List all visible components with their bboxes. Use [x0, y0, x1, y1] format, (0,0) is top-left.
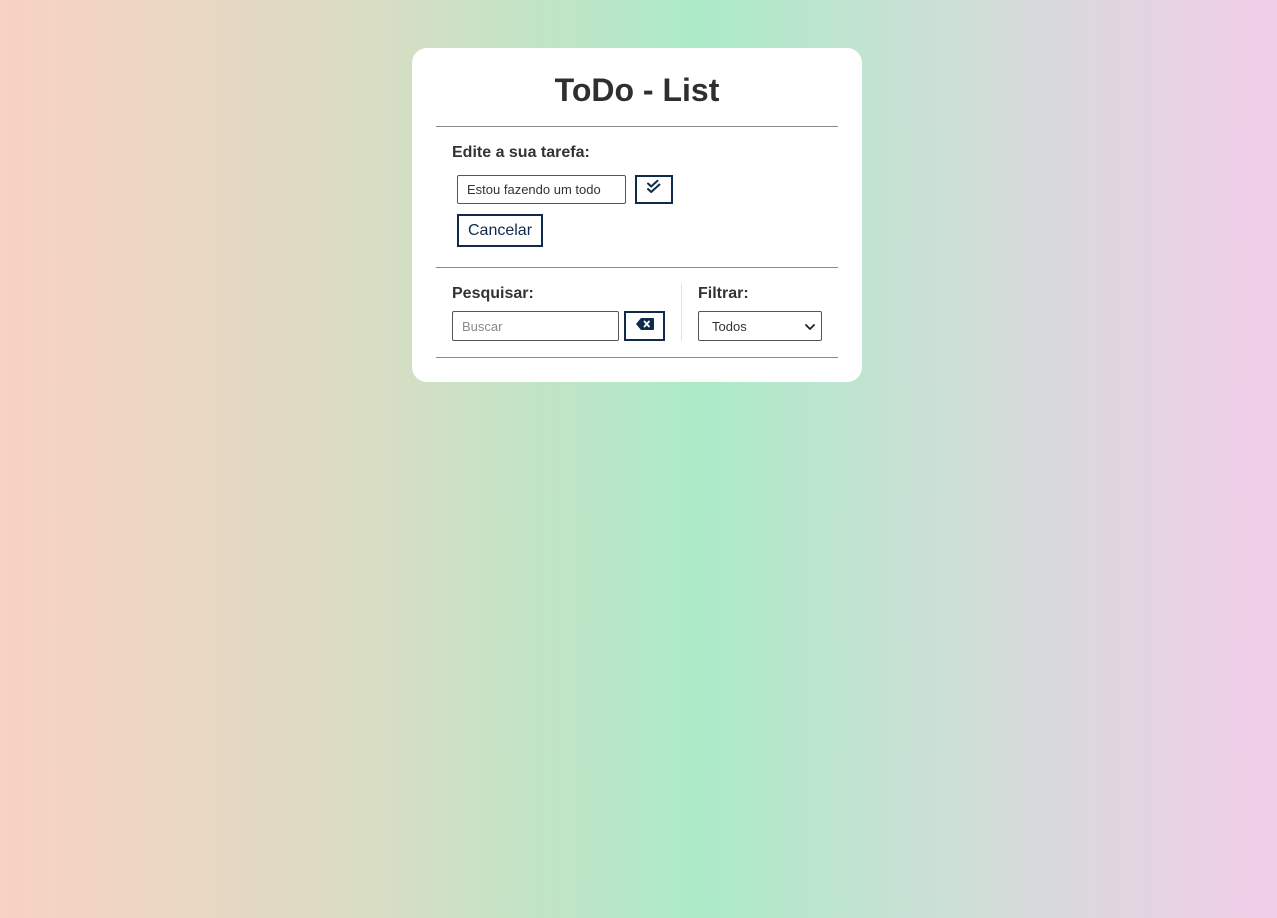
- page-title: ToDo - List: [554, 72, 720, 108]
- cancel-button[interactable]: Cancelar: [457, 214, 543, 247]
- filter-select[interactable]: Todos: [698, 311, 822, 341]
- clear-search-button[interactable]: [624, 311, 665, 341]
- chevron-down-icon: [805, 319, 815, 334]
- divider: [436, 267, 838, 268]
- double-check-icon: [646, 179, 662, 200]
- search-label: Pesquisar:: [452, 285, 534, 302]
- edit-task-input[interactable]: [457, 175, 626, 204]
- todo-card: ToDo - List Edite a sua tarefa: Cancelar…: [412, 48, 862, 382]
- filter-selected-value: Todos: [712, 318, 747, 334]
- filter-label: Filtrar:: [698, 285, 749, 302]
- backspace-icon: [635, 317, 654, 335]
- confirm-edit-button[interactable]: [635, 175, 673, 204]
- divider: [436, 126, 838, 127]
- search-input[interactable]: [452, 311, 619, 341]
- edit-label: Edite a sua tarefa:: [452, 144, 590, 161]
- divider: [436, 357, 838, 358]
- section-separator: [681, 284, 682, 341]
